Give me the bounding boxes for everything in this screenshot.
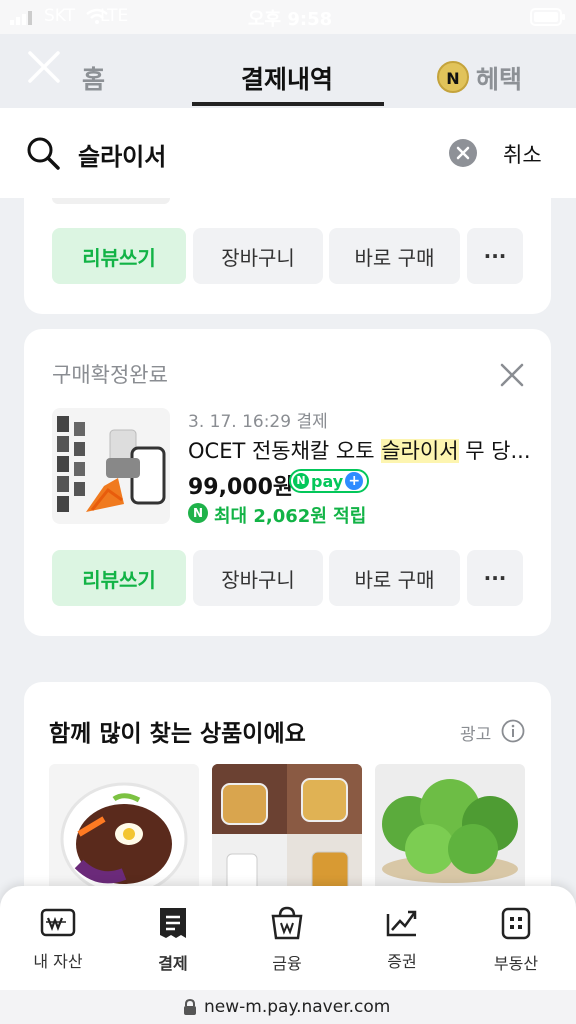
recommend-card: 함께 많이 찾는 상품이에요 광고 bbox=[24, 682, 551, 912]
cancel-button[interactable]: 취소 bbox=[503, 139, 542, 169]
order-card: 구매확정완료 3. 17. 16:29 결제 OCET 전동채칼 오토 슬라이서… bbox=[24, 329, 551, 636]
battery-icon bbox=[530, 8, 566, 30]
product-image[interactable] bbox=[52, 408, 170, 524]
wallet-won-icon bbox=[40, 908, 76, 937]
order-date: 3. 17. 16:29 결제 bbox=[188, 412, 328, 432]
info-icon[interactable] bbox=[501, 719, 525, 747]
lock-icon bbox=[183, 998, 197, 1021]
product-title-prefix: OCET 전동채칼 오토 bbox=[188, 439, 382, 463]
write-review-button[interactable]: 리뷰쓰기 bbox=[52, 550, 186, 606]
search-highlight: 슬라이서 bbox=[381, 439, 459, 463]
clear-icon[interactable] bbox=[449, 139, 477, 171]
cart-button[interactable]: 장바구니 bbox=[193, 228, 323, 284]
building-icon bbox=[501, 907, 531, 940]
recommend-product-3[interactable] bbox=[375, 764, 525, 904]
product-thumbnail-partial bbox=[52, 198, 170, 204]
points-info: 최대 2,062원 적립 bbox=[214, 506, 367, 527]
clock: 오후 9:58 bbox=[248, 9, 333, 30]
nav-finance[interactable]: 금융 bbox=[247, 906, 327, 974]
order-status: 구매확정완료 bbox=[52, 363, 168, 387]
plus-icon: + bbox=[345, 472, 364, 490]
signal-icon bbox=[10, 10, 38, 29]
product-title[interactable]: OCET 전동채칼 오토 슬라이서 무 당... bbox=[188, 435, 531, 465]
nav-label: 금융 bbox=[272, 954, 302, 973]
receipt-icon bbox=[160, 908, 186, 938]
more-button[interactable]: ··· bbox=[467, 228, 523, 284]
ad-label: 광고 bbox=[460, 725, 492, 745]
nav-label: 부동산 bbox=[493, 954, 539, 973]
close-icon[interactable] bbox=[27, 50, 61, 84]
product-title-suffix: 무 당... bbox=[458, 439, 531, 463]
write-review-button[interactable]: 리뷰쓰기 bbox=[52, 228, 186, 284]
nav-real-estate[interactable]: 부동산 bbox=[476, 906, 556, 974]
bag-won-icon bbox=[271, 906, 303, 940]
active-tab-indicator bbox=[192, 102, 384, 106]
points-coin-icon: N bbox=[188, 503, 208, 523]
tab-benefits[interactable]: 헤택 bbox=[476, 60, 522, 96]
order-card-previous: 리뷰쓰기 장바구니 바로 구매 ··· bbox=[24, 170, 551, 314]
top-header: 홈 결제내역 N 헤택 bbox=[0, 34, 576, 108]
coin-n-icon: N bbox=[437, 61, 469, 93]
nav-label: 내 자산 bbox=[33, 952, 83, 971]
chart-up-icon bbox=[386, 910, 417, 937]
npay-label: pay bbox=[311, 471, 344, 491]
recommend-product-2[interactable] bbox=[212, 764, 362, 904]
url-text: new-m.pay.naver.com bbox=[204, 997, 391, 1017]
nav-label: 증권 bbox=[387, 952, 417, 971]
bottom-nav: 내 자산 결제 금융 증권 부동산 bbox=[0, 886, 576, 990]
cart-button[interactable]: 장바구니 bbox=[193, 550, 323, 606]
network-label: LTE bbox=[100, 6, 129, 26]
search-icon bbox=[26, 136, 60, 174]
tab-payment-history[interactable]: 결제내역 bbox=[241, 60, 333, 96]
browser-url-bar[interactable]: new-m.pay.naver.com bbox=[0, 990, 576, 1024]
tab-home[interactable]: 홈 bbox=[82, 60, 105, 96]
carrier-label: SKT bbox=[44, 6, 76, 26]
delete-order-icon[interactable] bbox=[500, 363, 524, 391]
more-button[interactable]: ··· bbox=[467, 550, 523, 606]
npay-badge: N pay + bbox=[289, 469, 369, 493]
nav-payment[interactable]: 결제 bbox=[133, 906, 213, 974]
recommend-product-1[interactable] bbox=[49, 764, 199, 904]
product-price: 99,000원 bbox=[188, 475, 294, 500]
nav-securities[interactable]: 증권 bbox=[362, 906, 442, 972]
buy-now-button[interactable]: 바로 구매 bbox=[329, 228, 460, 284]
nav-my-assets[interactable]: 내 자산 bbox=[18, 906, 98, 972]
buy-now-button[interactable]: 바로 구매 bbox=[329, 550, 460, 606]
status-bar: SKT LTE 오후 9:58 bbox=[0, 0, 576, 34]
recommend-title: 함께 많이 찾는 상품이에요 bbox=[49, 721, 306, 747]
npay-n-icon: N bbox=[293, 473, 309, 489]
nav-label: 결제 bbox=[158, 954, 188, 973]
search-input[interactable]: 슬라이서 bbox=[78, 137, 166, 172]
